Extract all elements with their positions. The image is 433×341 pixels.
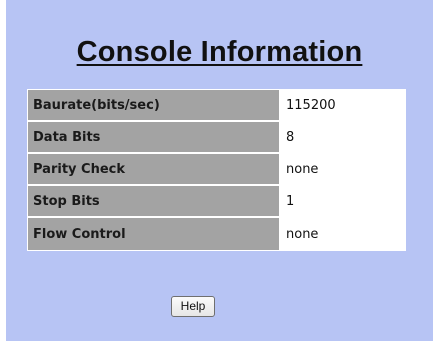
- baudrate-label: Baurate(bits/sec): [28, 90, 279, 122]
- page-title: Console Information: [76, 36, 363, 68]
- help-button[interactable]: Help: [171, 296, 215, 317]
- parity-check-value: none: [279, 154, 405, 186]
- flow-control-value: none: [279, 218, 405, 250]
- table-row: Flow Control none: [28, 218, 405, 250]
- data-bits-value: 8: [279, 122, 405, 154]
- stop-bits-label: Stop Bits: [28, 186, 279, 218]
- stop-bits-value: 1: [279, 186, 405, 218]
- table-row: Parity Check none: [28, 154, 405, 186]
- console-info-table: Baurate(bits/sec) 115200 Data Bits 8 Par…: [27, 89, 406, 251]
- flow-control-label: Flow Control: [28, 218, 279, 250]
- data-bits-label: Data Bits: [28, 122, 279, 154]
- parity-check-label: Parity Check: [28, 154, 279, 186]
- console-info-panel: Console Information Baurate(bits/sec) 11…: [6, 0, 433, 341]
- table-row: Data Bits 8: [28, 122, 405, 154]
- table-row: Stop Bits 1: [28, 186, 405, 218]
- table-row: Baurate(bits/sec) 115200: [28, 90, 405, 122]
- baudrate-value: 115200: [279, 90, 405, 122]
